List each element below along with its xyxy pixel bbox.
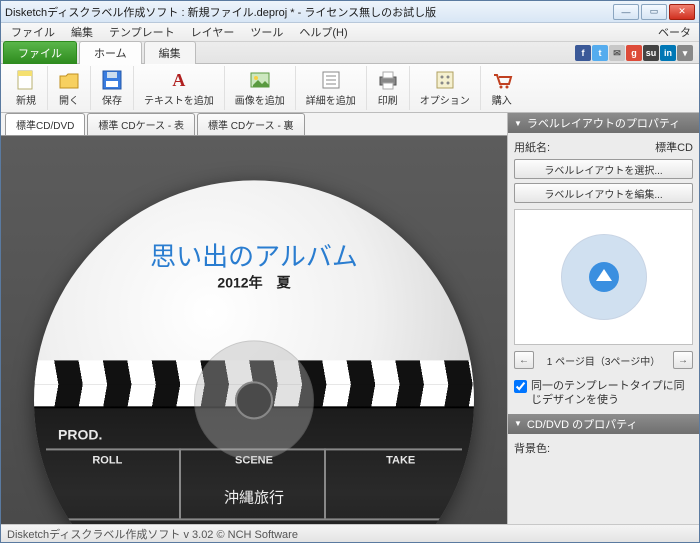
addimage-label: 画像を追加 [235,92,285,107]
same-design-label: 同一のテンプレートタイプに同じデザインを使う [531,379,693,408]
menu-edit[interactable]: 編集 [63,22,101,42]
collapse-icon: ▼ [514,119,522,128]
beta-label: ベータ [658,24,697,40]
canvas[interactable]: 思い出のアルバム 2012年 夏 PROD. ROLL SCENE [1,135,507,524]
edit-layout-button[interactable]: ラベルレイアウトを編集... [514,183,693,203]
print-icon [377,69,399,91]
side-head-layout[interactable]: ▼ ラベルレイアウトのプロパティ [508,113,699,133]
disc-title[interactable]: 思い出のアルバム [34,236,474,273]
page-label: 1 ページ目（3ページ中） [538,353,669,368]
doctab-cddvd[interactable]: 標準CD/DVD [5,113,85,135]
ribbon-tab-file[interactable]: ファイル [3,41,77,64]
adddetail-icon [320,69,342,91]
window-title: Disketchディスクラベル作成ソフト : 新規ファイル.deproj * -… [5,4,613,20]
canvas-wrap: 標準CD/DVD 標準 CDケース - 表 標準 CDケース - 裏 思い出のア… [1,113,507,524]
side-head2-label: CD/DVD のプロパティ [527,416,638,432]
clap-scene-text[interactable]: 沖縄旅行 [34,487,474,508]
side-body-cddvd: 背景色: [508,434,699,462]
open-button[interactable]: 開く [48,66,91,110]
page-prev-button[interactable]: ← [514,351,534,369]
new-icon [15,69,37,91]
addimage-button[interactable]: 画像を追加 [225,66,296,110]
mail-icon[interactable]: ✉ [609,45,625,61]
buy-button[interactable]: 購入 [481,66,523,110]
disc-subtitle[interactable]: 2012年 夏 [34,272,474,292]
page-next-button[interactable]: → [673,351,693,369]
ribbon-tab-edit[interactable]: 編集 [144,41,196,64]
same-design-checkbox[interactable]: 同一のテンプレートタイプに同じデザインを使う [514,379,693,408]
side-panel: ▼ ラベルレイアウトのプロパティ 用紙名: 標準CD ラベルレイアウトを選択...… [507,113,699,524]
save-button[interactable]: 保存 [91,66,134,110]
close-button[interactable]: ✕ [669,4,695,20]
clap-take: TAKE [327,455,474,467]
addtext-icon: A [168,69,190,91]
linkedin-icon[interactable]: in [660,45,676,61]
up-arrow-icon [589,262,619,292]
save-label: 保存 [102,92,122,107]
buy-label: 購入 [492,92,512,107]
adddetail-button[interactable]: 詳細を追加 [296,66,367,110]
clap-hr2 [46,519,462,521]
disc-preview[interactable]: 思い出のアルバム 2012年 夏 PROD. ROLL SCENE [34,180,474,524]
print-label: 印刷 [378,92,398,107]
doc-tabs: 標準CD/DVD 標準 CDケース - 表 標準 CDケース - 裏 [1,113,507,135]
bg-row: 背景色: [514,440,693,456]
window-controls: — ▭ ✕ [613,4,695,20]
paper-value: 標準CD [655,139,693,155]
menu-help[interactable]: ヘルプ(H) [291,22,355,42]
menu-tool[interactable]: ツール [242,22,291,42]
gplus-icon[interactable]: g [626,45,642,61]
collapse-icon: ▼ [514,419,522,428]
menu-template[interactable]: テンプレート [101,22,183,42]
doctab-case-front[interactable]: 標準 CDケース - 表 [87,113,195,135]
addtext-button[interactable]: A テキストを追加 [134,66,225,110]
maximize-button[interactable]: ▭ [641,4,667,20]
paper-row: 用紙名: 標準CD [514,139,693,155]
work-area: 標準CD/DVD 標準 CDケース - 表 標準 CDケース - 裏 思い出のア… [1,113,699,524]
twitter-icon[interactable]: t [592,45,608,61]
layout-thumb[interactable] [561,234,647,320]
ribbon-tab-home[interactable]: ホーム [79,41,142,64]
side-head1-label: ラベルレイアウトのプロパティ [527,115,680,131]
print-button[interactable]: 印刷 [367,66,410,110]
bg-label: 背景色: [514,440,550,456]
statusbar: Disketchディスクラベル作成ソフト v 3.02 © NCH Softwa… [1,524,699,542]
more-icon[interactable]: ▾ [677,45,693,61]
status-text: Disketchディスクラベル作成ソフト v 3.02 © NCH Softwa… [7,526,298,542]
addtext-label: テキストを追加 [144,92,214,107]
toolbar: 新規 開く 保存 A テキストを追加 画像を追加 詳細を追加 印刷 オプション [1,64,699,113]
open-label: 開く [59,92,79,107]
options-label: オプション [420,92,470,107]
save-icon [101,69,123,91]
stumble-icon[interactable]: su [643,45,659,61]
pager: ← 1 ページ目（3ページ中） → [514,351,693,369]
doctab-case-back[interactable]: 標準 CDケース - 裏 [197,113,305,135]
addimage-icon [249,69,271,91]
menubar: ファイル 編集 テンプレート レイヤー ツール ヘルプ(H) ベータ [1,23,699,42]
side-body-layout: 用紙名: 標準CD ラベルレイアウトを選択... ラベルレイアウトを編集... … [508,133,699,414]
new-label: 新規 [16,92,36,107]
app-window: Disketchディスクラベル作成ソフト : 新規ファイル.deproj * -… [0,0,700,543]
menu-file[interactable]: ファイル [3,22,63,42]
side-head-cddvd[interactable]: ▼ CD/DVD のプロパティ [508,414,699,434]
titlebar: Disketchディスクラベル作成ソフト : 新規ファイル.deproj * -… [1,1,699,23]
options-icon [434,69,456,91]
paper-label: 用紙名: [514,139,550,155]
same-design-input[interactable] [514,380,527,393]
social-icons: f t ✉ g su in ▾ [575,45,697,63]
buy-icon [491,69,513,91]
thumb-wrap [514,209,693,345]
disc-hub [194,340,314,460]
clap-roll: ROLL [34,455,181,467]
new-button[interactable]: 新規 [5,66,48,110]
ribbon-tabs: ファイル ホーム 編集 f t ✉ g su in ▾ [1,42,699,64]
open-icon [58,69,80,91]
minimize-button[interactable]: — [613,4,639,20]
menu-layer[interactable]: レイヤー [183,22,243,42]
select-layout-button[interactable]: ラベルレイアウトを選択... [514,159,693,179]
adddetail-label: 詳細を追加 [306,92,356,107]
options-button[interactable]: オプション [410,66,481,110]
clap-prod: PROD. [58,427,102,443]
facebook-icon[interactable]: f [575,45,591,61]
